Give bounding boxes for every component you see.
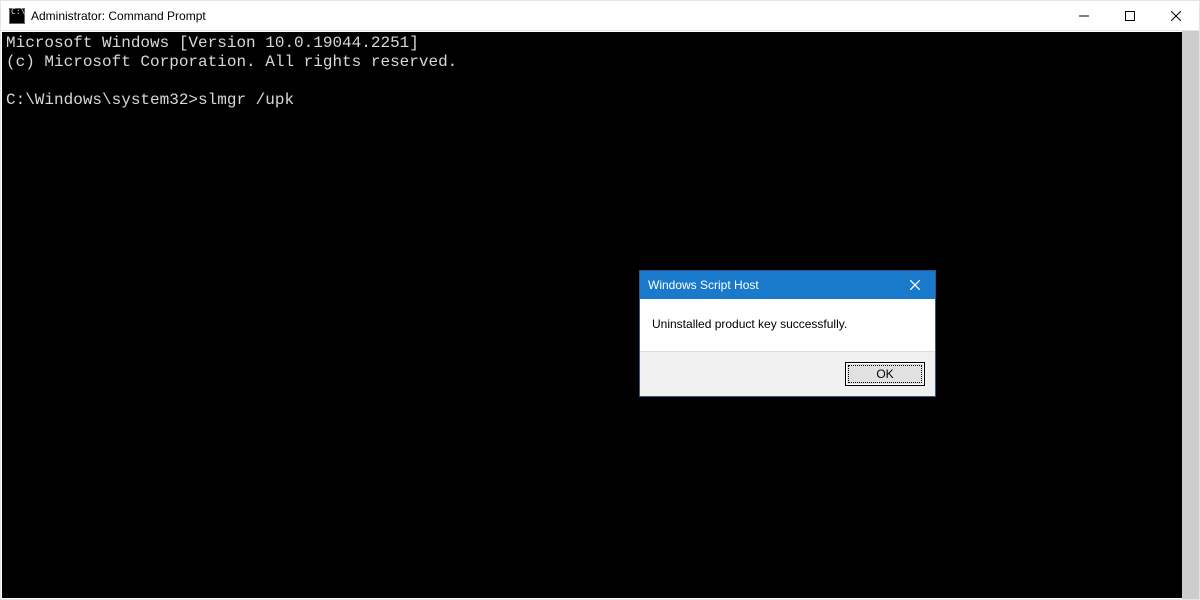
dialog-message: Uninstalled product key successfully.: [652, 317, 847, 331]
terminal-line: (c) Microsoft Corporation. All rights re…: [6, 53, 457, 71]
vertical-scrollbar[interactable]: [1182, 31, 1199, 599]
terminal-prompt-line: C:\Windows\system32>slmgr /upk: [6, 91, 294, 109]
terminal-output[interactable]: Microsoft Windows [Version 10.0.19044.22…: [2, 32, 1182, 598]
window-title: Administrator: Command Prompt: [31, 9, 206, 23]
dialog-close-button[interactable]: [895, 271, 935, 299]
close-button[interactable]: [1153, 1, 1199, 31]
dialog-title: Windows Script Host: [648, 278, 759, 292]
script-host-dialog: Windows Script Host Uninstalled product …: [639, 270, 936, 397]
dialog-footer: OK: [640, 351, 935, 396]
window-titlebar[interactable]: Administrator: Command Prompt: [1, 1, 1199, 31]
scrollbar-thumb[interactable]: [1182, 31, 1199, 599]
dialog-body: Uninstalled product key successfully.: [640, 299, 935, 351]
maximize-button[interactable]: [1107, 1, 1153, 31]
terminal-area: Microsoft Windows [Version 10.0.19044.22…: [1, 31, 1199, 599]
cmd-icon: [9, 8, 25, 24]
terminal-line: Microsoft Windows [Version 10.0.19044.22…: [6, 34, 419, 52]
ok-button[interactable]: OK: [845, 362, 925, 386]
minimize-button[interactable]: [1061, 1, 1107, 31]
dialog-titlebar[interactable]: Windows Script Host: [640, 271, 935, 299]
command-prompt-window: Administrator: Command Prompt Microsoft …: [0, 0, 1200, 600]
